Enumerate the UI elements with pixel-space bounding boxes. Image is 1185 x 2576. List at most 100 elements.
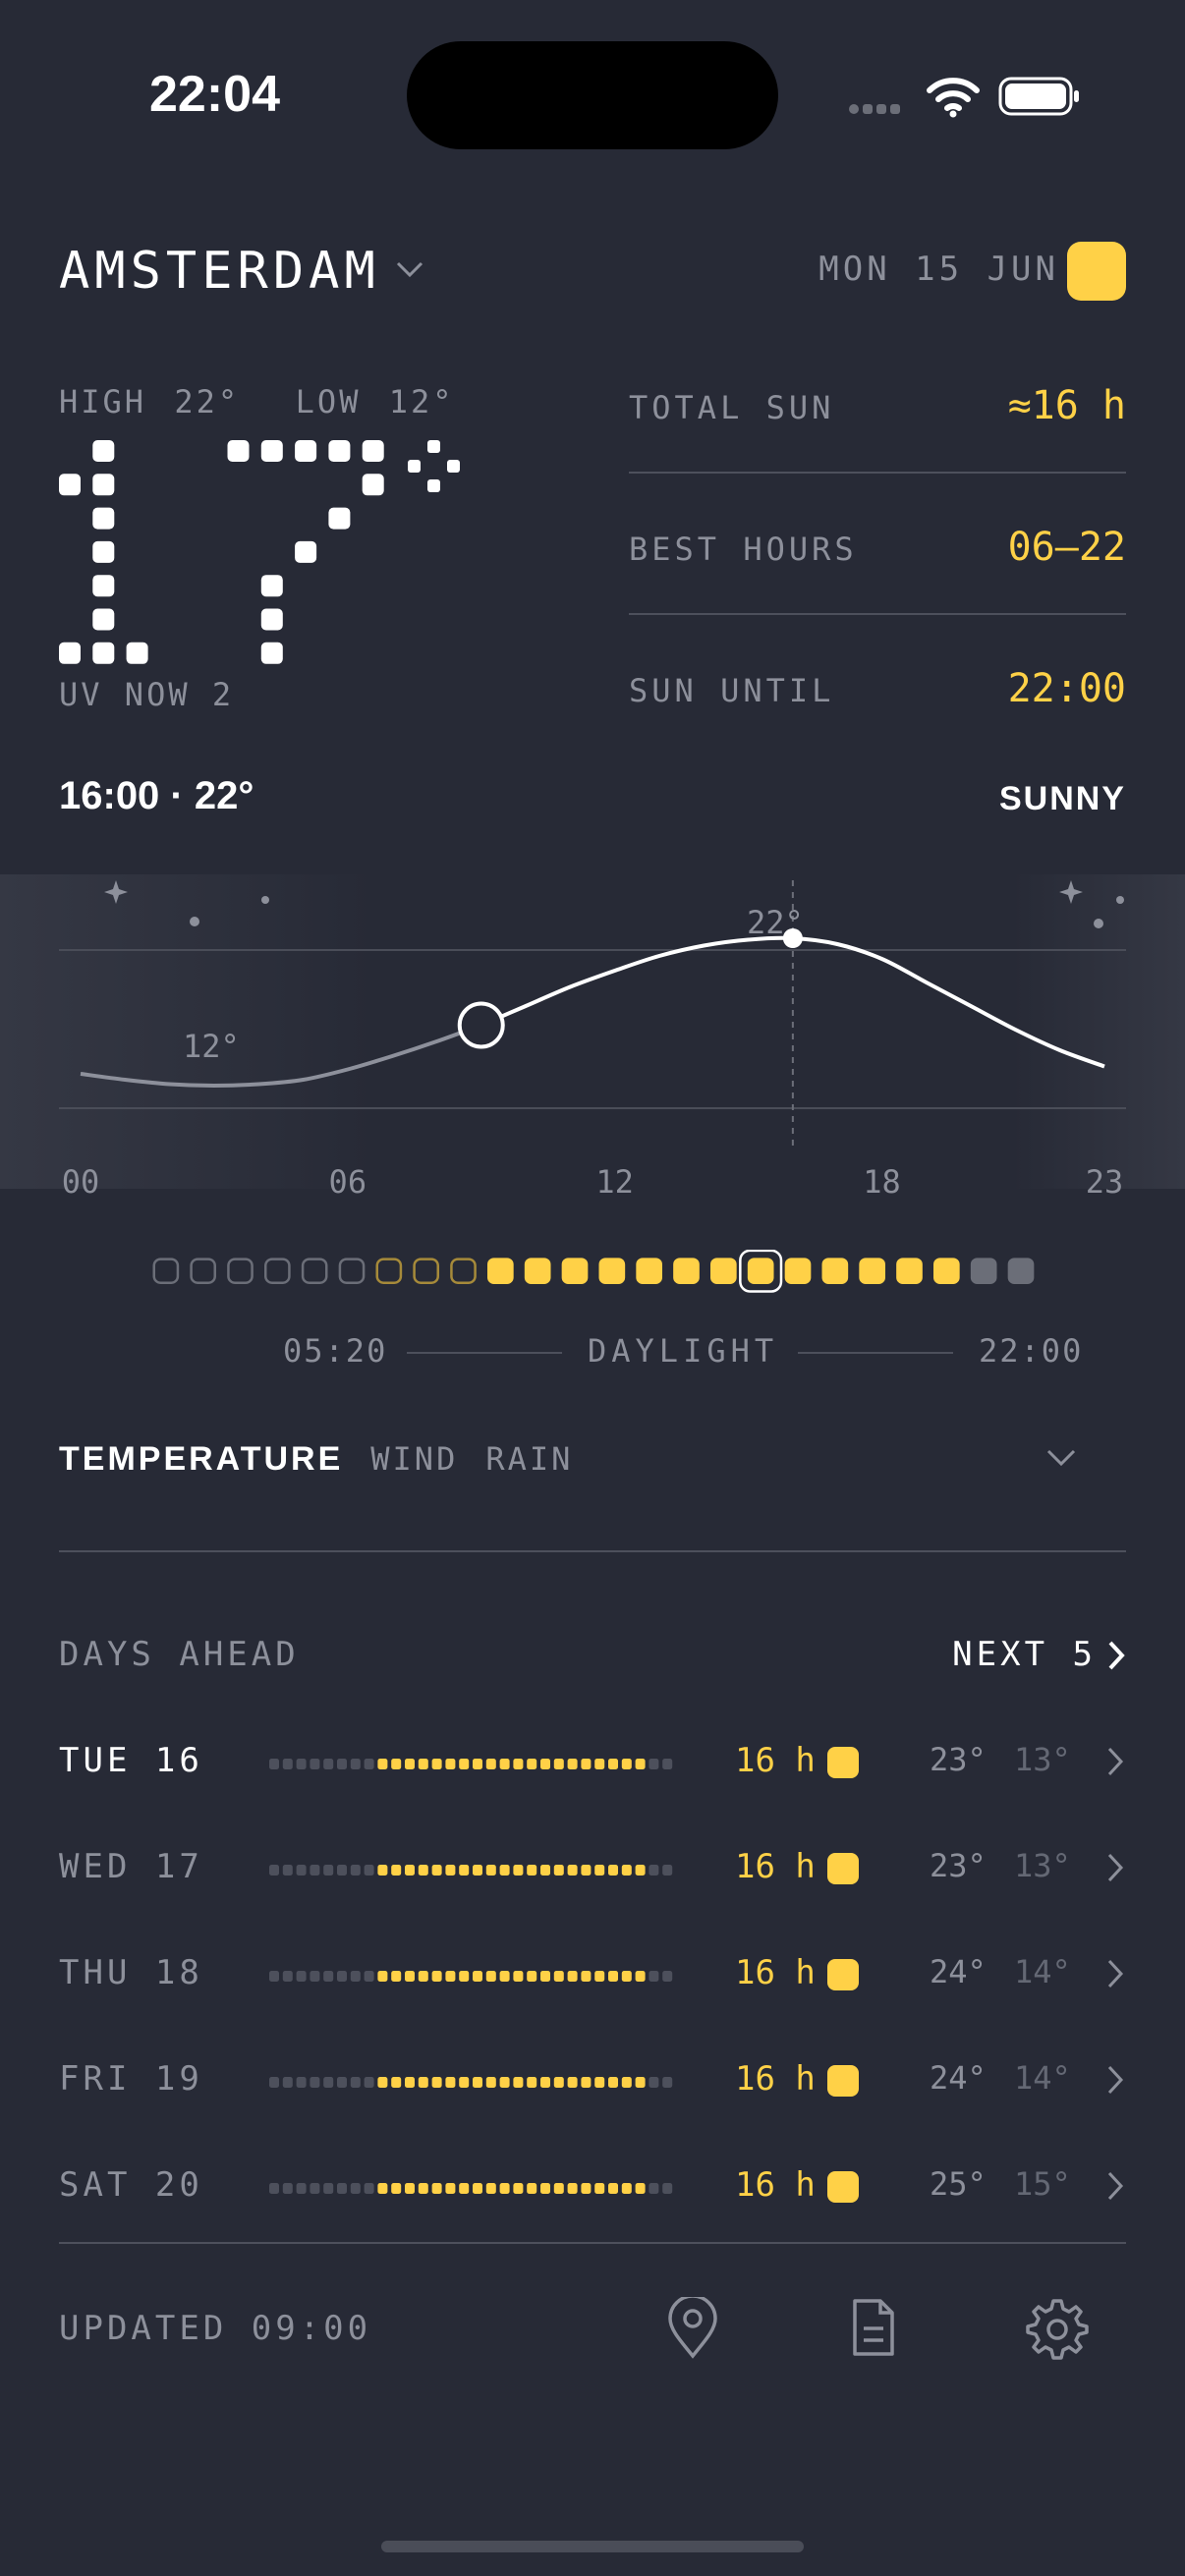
day-row[interactable]: TUE 16 16 h 23° 13°	[59, 1735, 1126, 1794]
hour-cell[interactable]	[375, 1258, 403, 1284]
hour-dot	[296, 1865, 307, 1876]
hour-dot	[553, 1865, 564, 1876]
stat-label: BEST HOURS	[629, 531, 858, 568]
day-row[interactable]: FRI 19 16 h 24° 14°	[59, 2053, 1126, 2112]
cellular-signal-icon	[849, 104, 900, 114]
sun-badge-icon	[827, 2171, 859, 2203]
hour-dot	[499, 1759, 510, 1769]
daylight-row: 05:20 DAYLIGHT 22:00	[59, 1332, 1126, 1375]
chevron-right-icon[interactable]	[1104, 1639, 1128, 1672]
hour-dot	[418, 1759, 428, 1769]
hour-cell[interactable]	[970, 1258, 997, 1284]
hour-cell[interactable]	[301, 1258, 328, 1284]
tab-temperature[interactable]: TEMPERATURE	[59, 1440, 343, 1479]
chevron-down-icon[interactable]	[393, 257, 426, 281]
hour-cell[interactable]	[263, 1258, 291, 1284]
chevron-down-icon[interactable]	[1044, 1446, 1079, 1470]
hour-dot	[405, 2077, 415, 2088]
hour-cell[interactable]	[673, 1258, 700, 1284]
temp-pixel	[92, 440, 115, 462]
star-dot	[1116, 896, 1124, 904]
hour-cell[interactable]	[190, 1258, 217, 1284]
hour-cell[interactable]	[413, 1258, 439, 1284]
hour-dot	[499, 1865, 510, 1876]
divider	[407, 1352, 562, 1354]
tab-wind[interactable]: WIND	[370, 1440, 458, 1478]
temp-pixel	[92, 642, 115, 664]
hour-dot	[473, 2077, 482, 2088]
hour-dot	[567, 1865, 578, 1876]
hour-dot	[473, 1759, 482, 1769]
chevron-right-icon[interactable]	[1104, 1957, 1126, 1990]
chevron-right-icon[interactable]	[1104, 1851, 1126, 1884]
day-sun-dots	[269, 2183, 673, 2194]
day-row[interactable]: SAT 20 16 h 25° 15°	[59, 2159, 1126, 2218]
degree-pixel	[427, 479, 440, 492]
hour-cell[interactable]	[710, 1258, 737, 1284]
city-selector[interactable]: AMSTERDAM	[59, 242, 380, 301]
day-sun-hours: 16 h	[735, 1741, 816, 1780]
chevron-right-icon[interactable]	[1104, 1745, 1126, 1778]
hour-cell[interactable]	[859, 1258, 885, 1284]
document-icon[interactable]	[849, 2297, 898, 2358]
gear-icon[interactable]	[1026, 2297, 1089, 2360]
day-row[interactable]: WED 17 16 h 23° 13°	[59, 1841, 1126, 1900]
hour-cell[interactable]	[933, 1258, 960, 1284]
x-tick-label: 12	[595, 1163, 634, 1201]
hour-dot	[540, 2183, 550, 2194]
temp-pixel	[260, 575, 283, 597]
hour-cell[interactable]	[636, 1258, 662, 1284]
location-pin-icon[interactable]	[664, 2297, 721, 2360]
day-sun-dots	[269, 2077, 673, 2088]
day-sun-dots	[269, 1971, 673, 1982]
sun-badge-icon	[827, 2065, 859, 2097]
hour-cell[interactable]	[598, 1258, 626, 1284]
hour-dot	[391, 2077, 402, 2088]
hour-cell[interactable]	[524, 1258, 551, 1284]
chevron-right-icon[interactable]	[1104, 2169, 1126, 2203]
sun-badge-icon[interactable]	[1067, 242, 1126, 301]
day-sun-hours: 16 h	[735, 2059, 816, 2099]
hour-cell[interactable]	[152, 1258, 180, 1284]
hour-dot	[377, 2183, 388, 2194]
hour-dot	[485, 2077, 496, 2088]
hour-cell[interactable]	[487, 1258, 514, 1284]
temperature-chart[interactable]: 22° 12° 00 06 12 18 23	[0, 865, 1185, 1218]
hour-dot	[337, 2183, 347, 2194]
metric-tabs: TEMPERATURE WIND RAIN	[59, 1440, 600, 1479]
current-hour-marker[interactable]	[457, 1001, 505, 1049]
hourly-sun-strip[interactable]	[59, 1250, 1126, 1299]
divider	[629, 613, 1126, 615]
hour-dot	[499, 1971, 510, 1982]
hour-cell[interactable]	[784, 1258, 812, 1284]
hour-dot	[269, 1971, 279, 1982]
hour-dot	[431, 2183, 442, 2194]
day-high: 23°	[930, 1741, 987, 1778]
hour-cell[interactable]	[227, 1258, 254, 1284]
hour-cell[interactable]	[747, 1258, 774, 1284]
hour-dot	[581, 2077, 592, 2088]
hour-dot	[364, 1759, 374, 1769]
hour-dot	[662, 1971, 673, 1982]
hour-cell[interactable]	[821, 1258, 849, 1284]
hour-cell[interactable]	[338, 1258, 366, 1284]
hour-cell[interactable]	[561, 1258, 589, 1284]
hour-cell[interactable]	[896, 1258, 923, 1284]
hour-cell[interactable]	[1007, 1258, 1035, 1284]
hour-dot	[310, 1971, 320, 1982]
hour-dot	[350, 2183, 361, 2194]
next-days-link[interactable]: NEXT 5	[952, 1635, 1097, 1674]
day-row[interactable]: THU 18 16 h 24° 14°	[59, 1947, 1126, 2006]
divider	[59, 2242, 1126, 2244]
tab-rain[interactable]: RAIN	[485, 1440, 573, 1478]
hour-dot	[540, 1759, 550, 1769]
hour-cell[interactable]	[450, 1258, 477, 1284]
hour-dot	[473, 2183, 482, 2194]
hour-dot	[391, 1865, 402, 1876]
day-high: 25°	[930, 2165, 987, 2203]
day-sun-hours: 16 h	[735, 2165, 816, 2205]
day-sun-dots	[269, 1759, 673, 1769]
hour-dot	[608, 1865, 618, 1876]
selected-hour-marker[interactable]	[782, 928, 803, 948]
chevron-right-icon[interactable]	[1104, 2063, 1126, 2097]
